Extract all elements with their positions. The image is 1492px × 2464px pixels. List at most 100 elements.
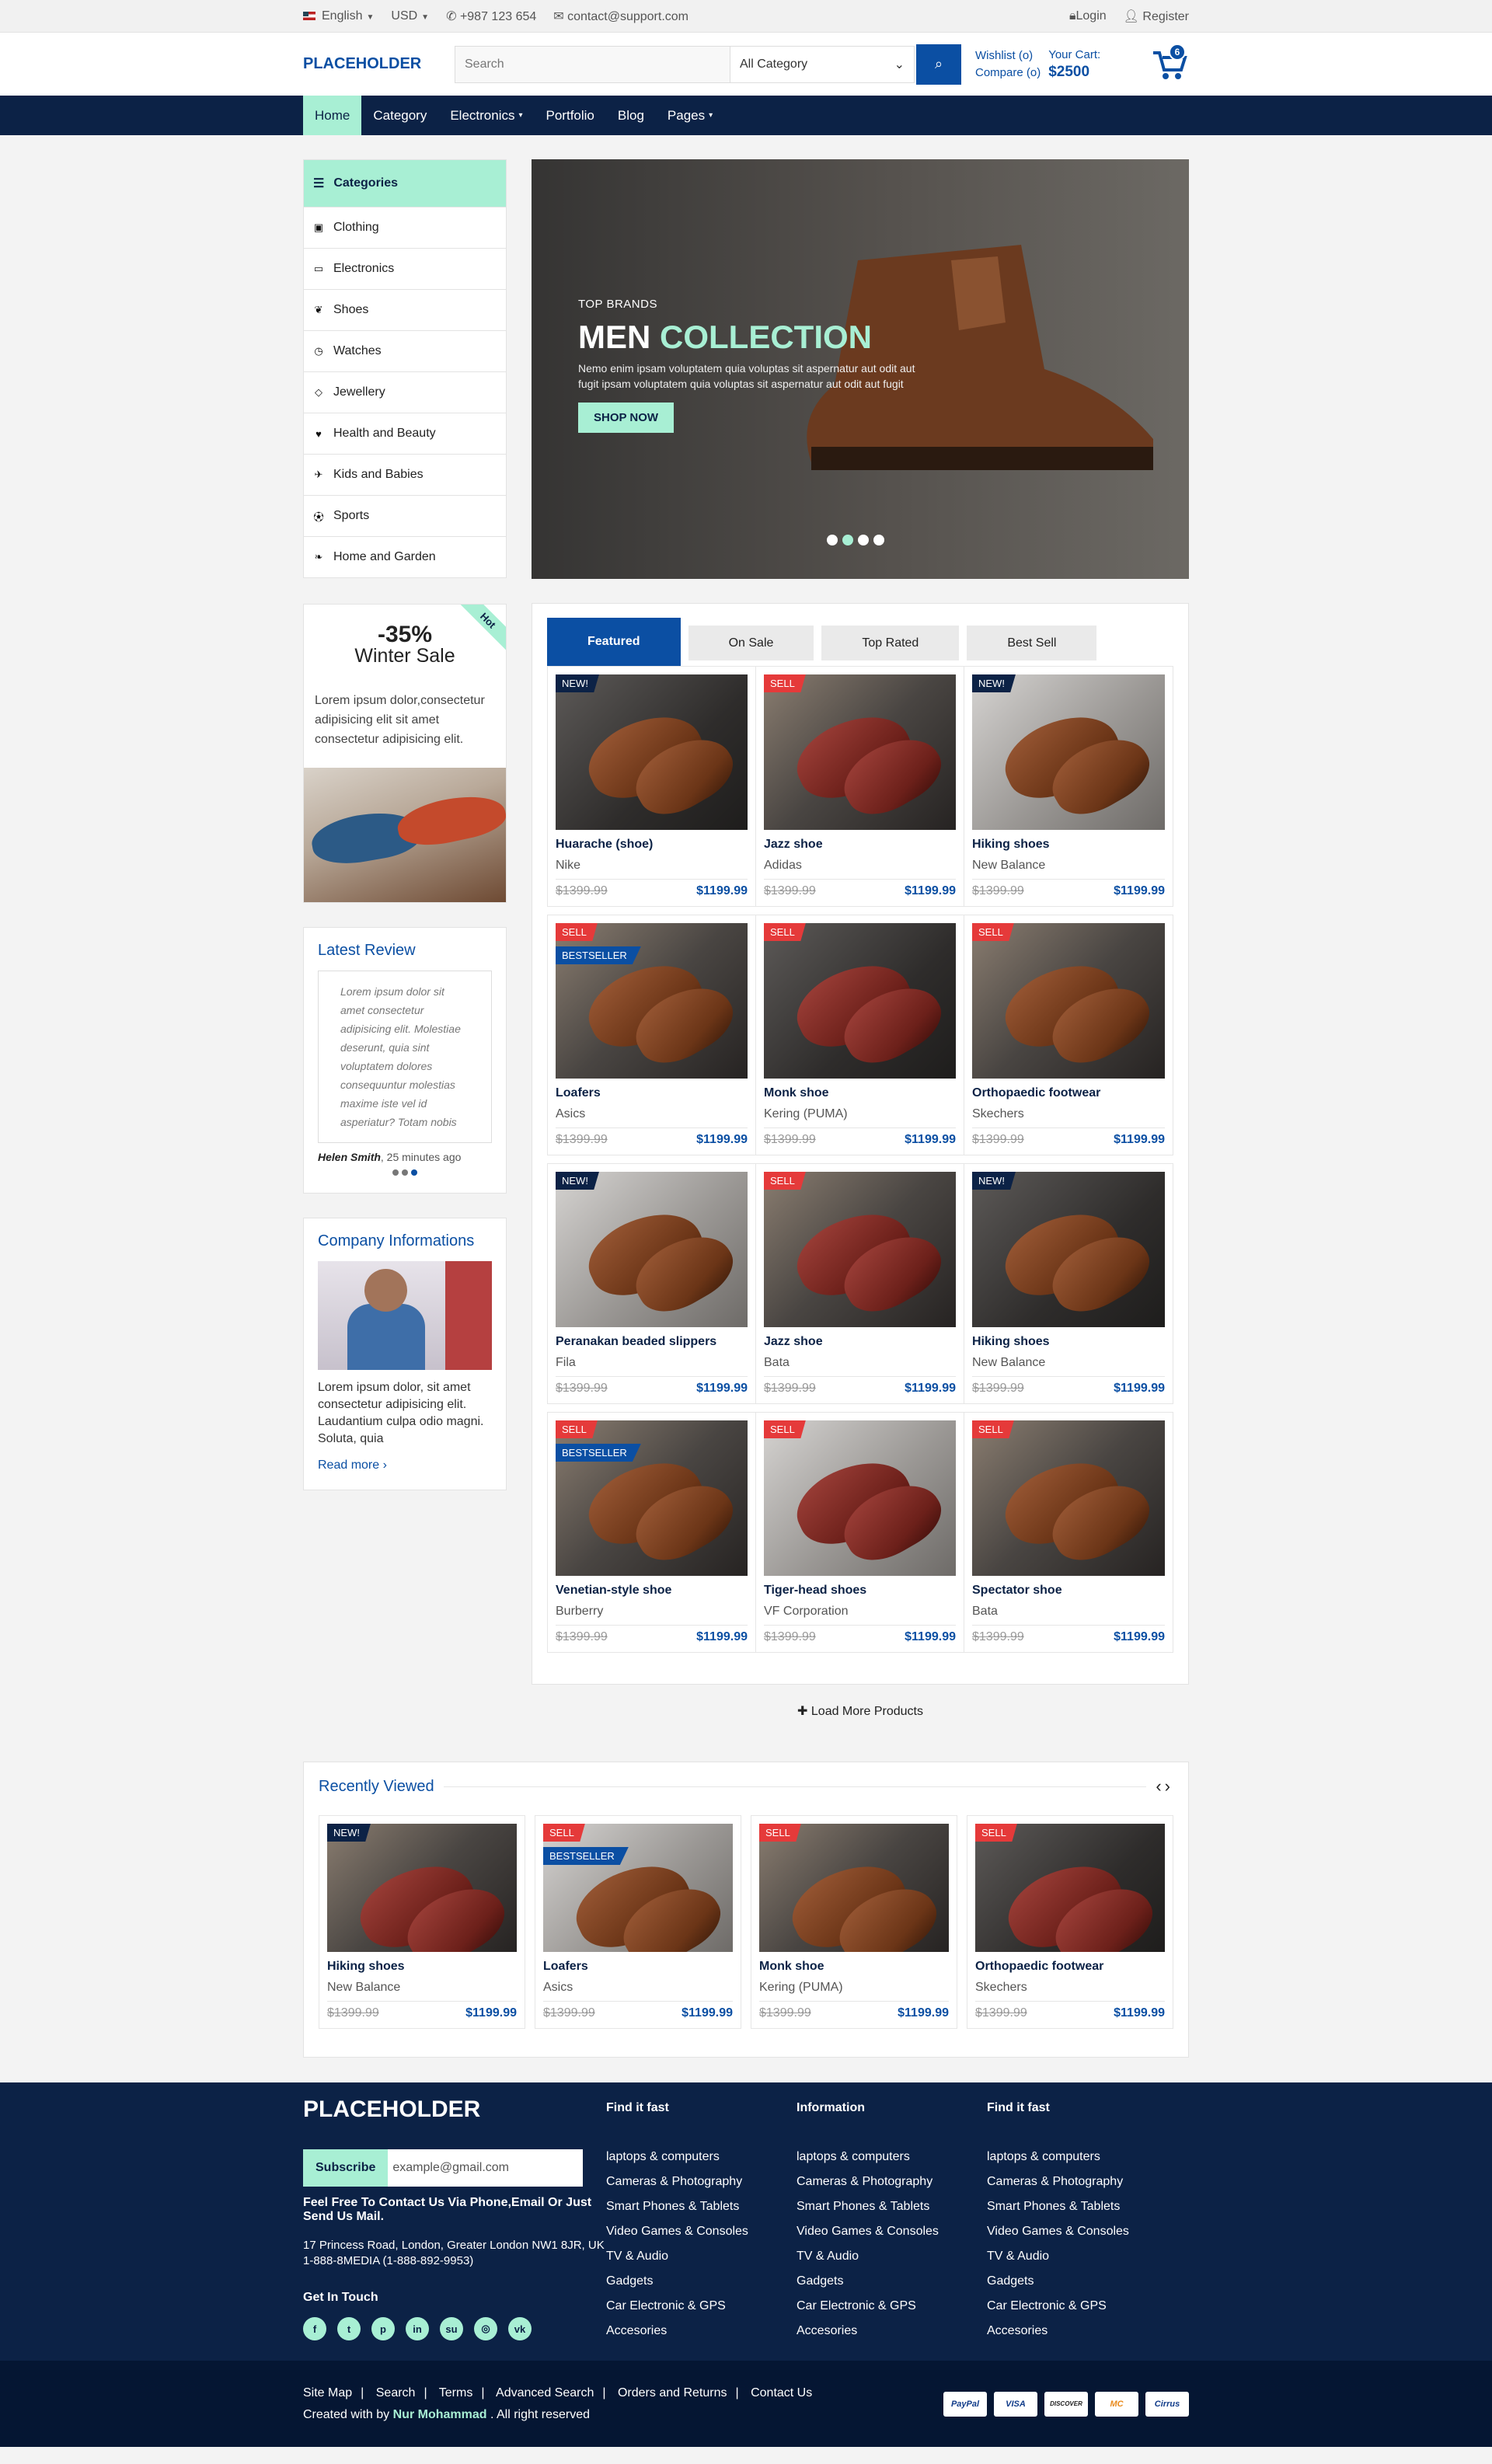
load-more-button[interactable]: ✚ Load More Products (532, 1703, 1189, 1719)
review-dot[interactable] (392, 1169, 399, 1176)
product-card[interactable]: NEW! Hiking shoes New Balance $1399.99 $1… (964, 1164, 1173, 1403)
register-link[interactable]: 👤︎ Register (1124, 9, 1189, 24)
slider-dot[interactable] (842, 535, 853, 545)
cart-button[interactable]: 6 (1150, 43, 1189, 84)
footer-link[interactable]: Accesories (606, 2319, 797, 2344)
category-select[interactable]: All Category ⌄ (730, 45, 915, 83)
category-item-electronics[interactable]: ▭ Electronics (304, 248, 506, 289)
tab-on-sale[interactable]: On Sale (688, 626, 814, 660)
author-link[interactable]: Nur Mohammad (393, 2408, 487, 2421)
footer-link[interactable]: Cameras & Photography (797, 2170, 987, 2194)
product-card[interactable]: NEW! Hiking shoes New Balance $1399.99 $1… (319, 1815, 525, 2029)
footer-link[interactable]: laptops & computers (606, 2145, 797, 2170)
slider-dot[interactable] (827, 535, 838, 545)
footer-link[interactable]: Gadgets (987, 2269, 1177, 2294)
tab-best-sell[interactable]: Best Sell (967, 626, 1097, 660)
nav-category[interactable]: Category (361, 96, 438, 135)
product-name[interactable]: Orthopaedic footwear (972, 1086, 1165, 1100)
logo[interactable]: PLACEHOLDER (303, 55, 455, 73)
product-card[interactable]: SELL BESTSELLER Loafers Asics $1399.99 $1… (548, 915, 756, 1155)
footer-link[interactable]: Smart Phones & Tablets (797, 2194, 987, 2219)
category-item-shoes[interactable]: ❦ Shoes (304, 289, 506, 330)
product-card[interactable]: SELL Jazz shoe Adidas $1399.99 $1199.99 (756, 667, 964, 906)
contact-us-link[interactable]: Contact Us (751, 2386, 812, 2400)
footer-link[interactable]: Cameras & Photography (987, 2170, 1177, 2194)
product-name[interactable]: Peranakan beaded slippers (556, 1335, 748, 1349)
product-image[interactable]: SELL (972, 1420, 1165, 1576)
winter-sale-banner[interactable]: Hot -35% Winter Sale Lorem ipsum dolor,c… (303, 604, 507, 903)
product-card[interactable]: NEW! Peranakan beaded slippers Fila $139… (548, 1164, 756, 1403)
review-dot[interactable] (411, 1169, 417, 1176)
product-image[interactable]: NEW! (556, 674, 748, 830)
dribbble-icon[interactable]: ◎ (474, 2317, 497, 2340)
prev-arrow-icon[interactable]: ‹ (1156, 1776, 1164, 1796)
product-name[interactable]: Hiking shoes (327, 1960, 517, 1974)
language-select[interactable]: English ▼ (303, 9, 374, 23)
footer-link[interactable]: Accesories (987, 2319, 1177, 2344)
product-image[interactable]: SELL (975, 1824, 1165, 1952)
product-image[interactable]: SELL (759, 1824, 949, 1952)
product-name[interactable]: Loafers (543, 1960, 733, 1974)
product-image[interactable]: NEW! (972, 1172, 1165, 1327)
search-input[interactable]: Search (455, 45, 730, 83)
product-name[interactable]: Huarache (shoe) (556, 838, 748, 852)
categories-header[interactable]: ☰ Categories (304, 160, 506, 207)
compare-link[interactable]: Compare (o) (975, 64, 1041, 82)
nav-blog[interactable]: Blog (606, 96, 656, 135)
product-card[interactable]: SELL Orthopaedic footwear Skechers $1399… (964, 915, 1173, 1155)
site-map-link[interactable]: Site Map (303, 2386, 352, 2400)
advanced-search-link[interactable]: Advanced Search (496, 2386, 594, 2400)
nav-portfolio[interactable]: Portfolio (535, 96, 606, 135)
product-image[interactable]: SELL (764, 1172, 956, 1327)
email-info[interactable]: ✉ contact@support.com (553, 9, 688, 24)
slider-dot[interactable] (873, 535, 884, 545)
category-item-jewellery[interactable]: ◇ Jewellery (304, 371, 506, 413)
footer-link[interactable]: TV & Audio (797, 2244, 987, 2269)
product-card[interactable]: SELL BESTSELLER Loafers Asics $1399.99 $1… (535, 1815, 741, 2029)
product-name[interactable]: Loafers (556, 1086, 748, 1100)
stumbleupon-icon[interactable]: su (440, 2317, 463, 2340)
review-dot[interactable] (402, 1169, 408, 1176)
footer-link[interactable]: Video Games & Consoles (606, 2219, 797, 2244)
product-name[interactable]: Monk shoe (764, 1086, 956, 1100)
product-image[interactable]: NEW! (972, 674, 1165, 830)
product-card[interactable]: SELL Jazz shoe Bata $1399.99 $1199.99 (756, 1164, 964, 1403)
product-name[interactable]: Hiking shoes (972, 838, 1165, 852)
nav-home[interactable]: Home (303, 96, 362, 135)
product-image[interactable]: NEW! (556, 1172, 748, 1327)
product-image[interactable]: SELL BESTSELLER (556, 923, 748, 1079)
footer-link[interactable]: Smart Phones & Tablets (987, 2194, 1177, 2219)
product-name[interactable]: Tiger-head shoes (764, 1584, 956, 1598)
linkedin-icon[interactable]: in (406, 2317, 429, 2340)
twitter-icon[interactable]: t (337, 2317, 361, 2340)
footer-link[interactable]: Cameras & Photography (606, 2170, 797, 2194)
footer-logo[interactable]: PLACEHOLDER (303, 2096, 606, 2123)
subscribe-button[interactable]: Subscribe (303, 2149, 389, 2187)
product-card[interactable]: SELL Monk shoe Kering (PUMA) $1399.99 $11… (756, 915, 964, 1155)
pinterest-icon[interactable]: p (371, 2317, 395, 2340)
product-card[interactable]: NEW! Huarache (shoe) Nike $1399.99 $1199.… (548, 667, 756, 906)
footer-link[interactable]: TV & Audio (606, 2244, 797, 2269)
footer-link[interactable]: laptops & computers (987, 2145, 1177, 2170)
product-name[interactable]: Orthopaedic footwear (975, 1960, 1165, 1974)
footer-link[interactable]: Accesories (797, 2319, 987, 2344)
search-button[interactable]: ⌕ (916, 44, 961, 85)
orders-returns-link[interactable]: Orders and Returns (618, 2386, 727, 2400)
nav-electronics[interactable]: Electronics ▾ (438, 96, 534, 135)
footer-link[interactable]: Gadgets (797, 2269, 987, 2294)
product-image[interactable]: SELL (972, 923, 1165, 1079)
product-card[interactable]: SELL Tiger-head shoes VF Corporation $13… (756, 1413, 964, 1652)
footer-link[interactable]: Car Electronic & GPS (987, 2294, 1177, 2319)
subscribe-email-input[interactable]: example@gmail.com (388, 2149, 583, 2187)
product-name[interactable]: Jazz shoe (764, 1335, 956, 1349)
product-name[interactable]: Hiking shoes (972, 1335, 1165, 1349)
terms-link[interactable]: Terms (439, 2386, 473, 2400)
product-name[interactable]: Venetian-style shoe (556, 1584, 748, 1598)
product-card[interactable]: SELL Orthopaedic footwear Skechers $1399… (967, 1815, 1173, 2029)
product-name[interactable]: Monk shoe (759, 1960, 949, 1974)
product-card[interactable]: SELL Monk shoe Kering (PUMA) $1399.99 $11… (751, 1815, 957, 2029)
footer-link[interactable]: laptops & computers (797, 2145, 987, 2170)
product-name[interactable]: Jazz shoe (764, 838, 956, 852)
product-image[interactable]: SELL BESTSELLER (556, 1420, 748, 1576)
product-image[interactable]: SELL (764, 1420, 956, 1576)
